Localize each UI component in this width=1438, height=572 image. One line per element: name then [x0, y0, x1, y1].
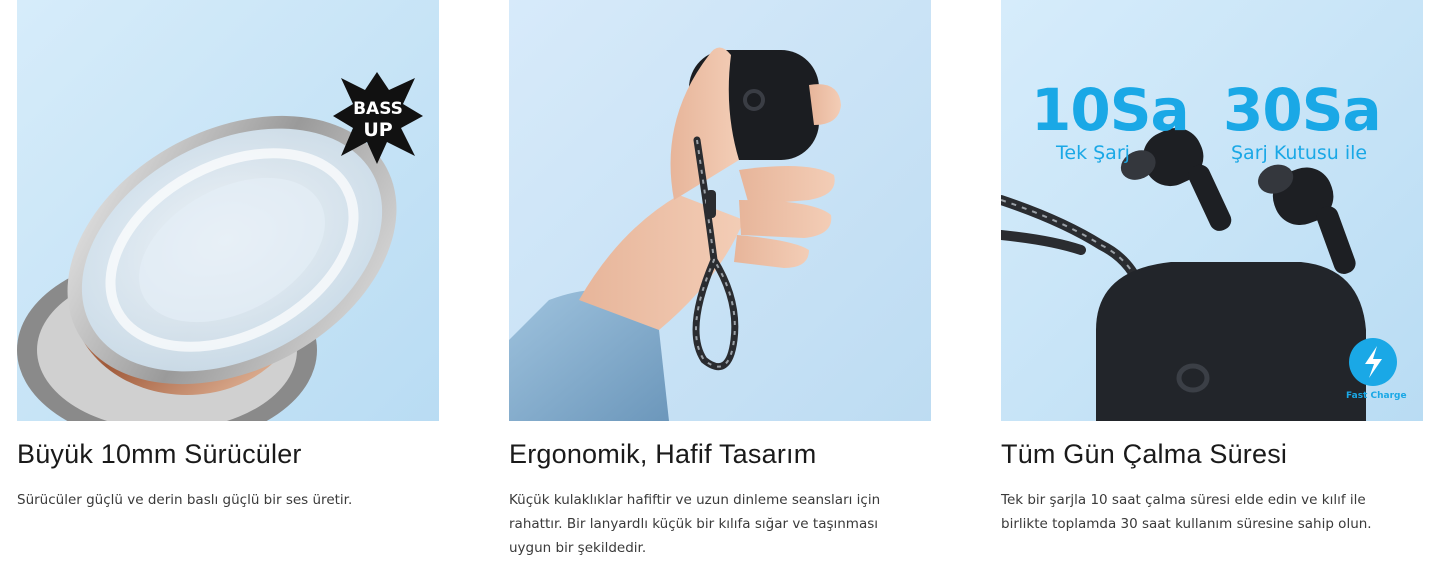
- bass-up-badge-icon: BASS UP: [333, 72, 423, 164]
- hand-holding-case-image: [509, 0, 931, 421]
- fast-charge-label: Fast Charge: [1346, 391, 1407, 401]
- driver-image: BASS UP: [17, 0, 439, 421]
- svg-text:BASS: BASS: [353, 99, 403, 119]
- stat-single-charge-label: Tek Şarj: [1056, 142, 1130, 164]
- stat-with-case-label: Şarj Kutusu ile: [1231, 142, 1368, 164]
- feature-card-drivers: BASS UP Büyük 10mm Sürücüler Sürücüler g…: [17, 0, 439, 512]
- svg-text:UP: UP: [363, 119, 392, 141]
- card-title: Tüm Gün Çalma Süresi: [1001, 439, 1288, 469]
- earbuds-case-image: 10Sa Tek Şarj 30Sa Şarj Kutusu ile Fast …: [1001, 0, 1423, 421]
- stat-single-charge: 10Sa: [1031, 76, 1190, 144]
- feature-card-playtime: 10Sa Tek Şarj 30Sa Şarj Kutusu ile Fast …: [1001, 0, 1423, 536]
- card-title: Büyük 10mm Sürücüler: [17, 439, 302, 469]
- stat-with-case: 30Sa: [1223, 76, 1382, 144]
- feature-card-design: Ergonomik, Hafif Tasarım Küçük kulaklıkl…: [509, 0, 931, 560]
- card-description: Tek bir şarjla 10 saat çalma süresi elde…: [1001, 492, 1372, 532]
- card-description: Küçük kulaklıklar hafiftir ve uzun dinle…: [509, 492, 881, 556]
- card-description: Sürücüler güçlü ve derin baslı güçlü bir…: [17, 492, 353, 508]
- card-title: Ergonomik, Hafif Tasarım: [509, 439, 817, 469]
